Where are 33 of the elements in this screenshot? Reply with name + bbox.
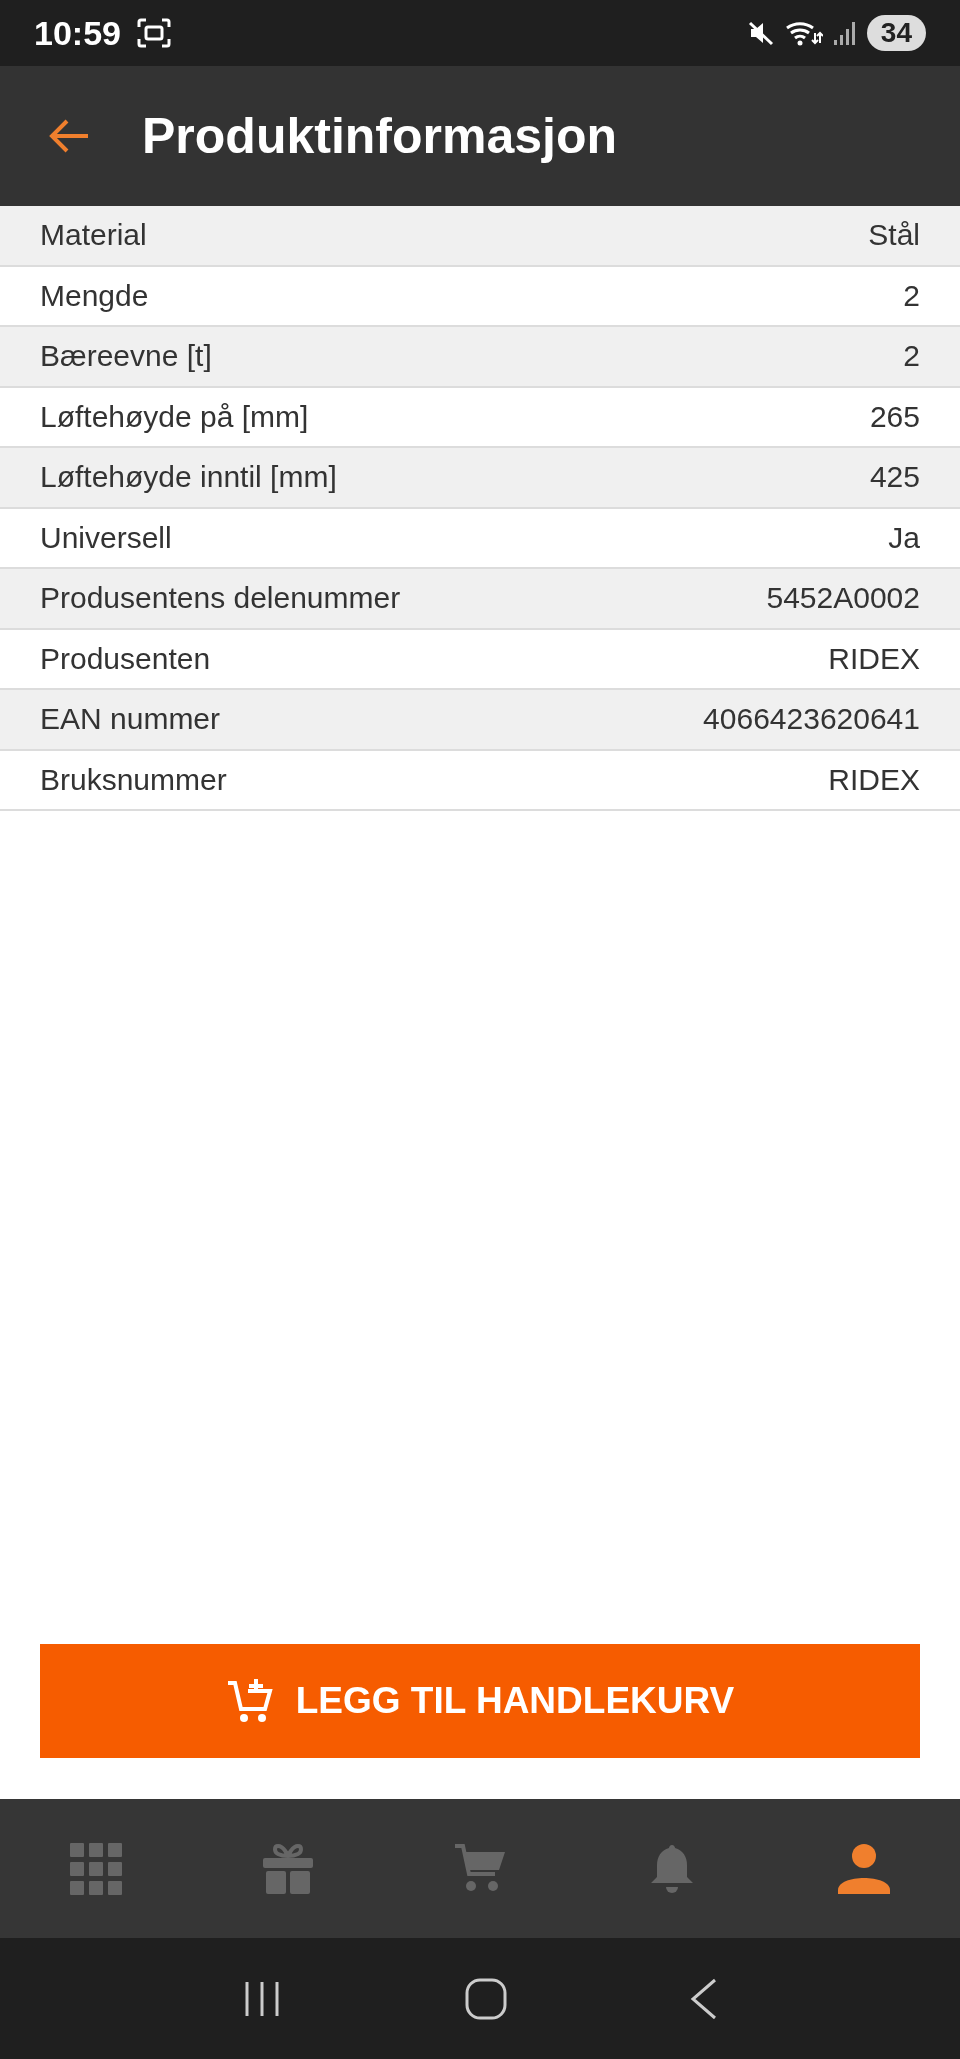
cart-add-icon	[225, 1677, 274, 1725]
status-time: 10:59	[34, 13, 121, 53]
spec-value: 4066423620641	[703, 702, 920, 737]
wifi-icon	[784, 19, 823, 47]
mute-icon	[746, 20, 775, 46]
spec-label: Universell	[40, 520, 172, 555]
spec-value: 265	[869, 399, 920, 434]
spec-label: Løftehøyde inntil [mm]	[40, 460, 337, 495]
spec-value: 425	[869, 460, 920, 495]
spec-value: 2	[903, 339, 920, 374]
back-arrow-icon[interactable]	[48, 118, 90, 154]
screenshot-icon	[136, 18, 171, 48]
spec-value: Ja	[888, 520, 920, 555]
home-icon[interactable]	[465, 1977, 507, 2020]
spec-label: Bruksnummer	[40, 762, 227, 797]
spec-label: Produsenten	[40, 641, 211, 676]
spec-label: Bæreevne [t]	[40, 339, 212, 374]
spec-value: RIDEX	[828, 641, 920, 676]
spec-value: 5452A0002	[766, 581, 920, 616]
spec-label: Material	[40, 218, 147, 253]
spec-label: Løftehøyde på [mm]	[40, 399, 309, 434]
page-title: Produktinformasjon	[142, 107, 618, 165]
signal-icon	[832, 20, 857, 46]
spec-value: Stål	[868, 218, 920, 253]
person-icon[interactable]	[837, 1841, 891, 1896]
spec-label: Produsentens delenummer	[40, 581, 401, 616]
add-to-cart-button[interactable]: LEGG TIL HANDLEKURV	[40, 1644, 920, 1758]
spec-label: Mengde	[40, 278, 149, 313]
battery-indicator: 34	[866, 15, 926, 51]
spec-value: RIDEX	[828, 762, 920, 797]
spec-value: 2	[903, 278, 920, 313]
spec-label: EAN nummer	[40, 702, 221, 737]
back-icon[interactable]	[690, 1977, 719, 2020]
